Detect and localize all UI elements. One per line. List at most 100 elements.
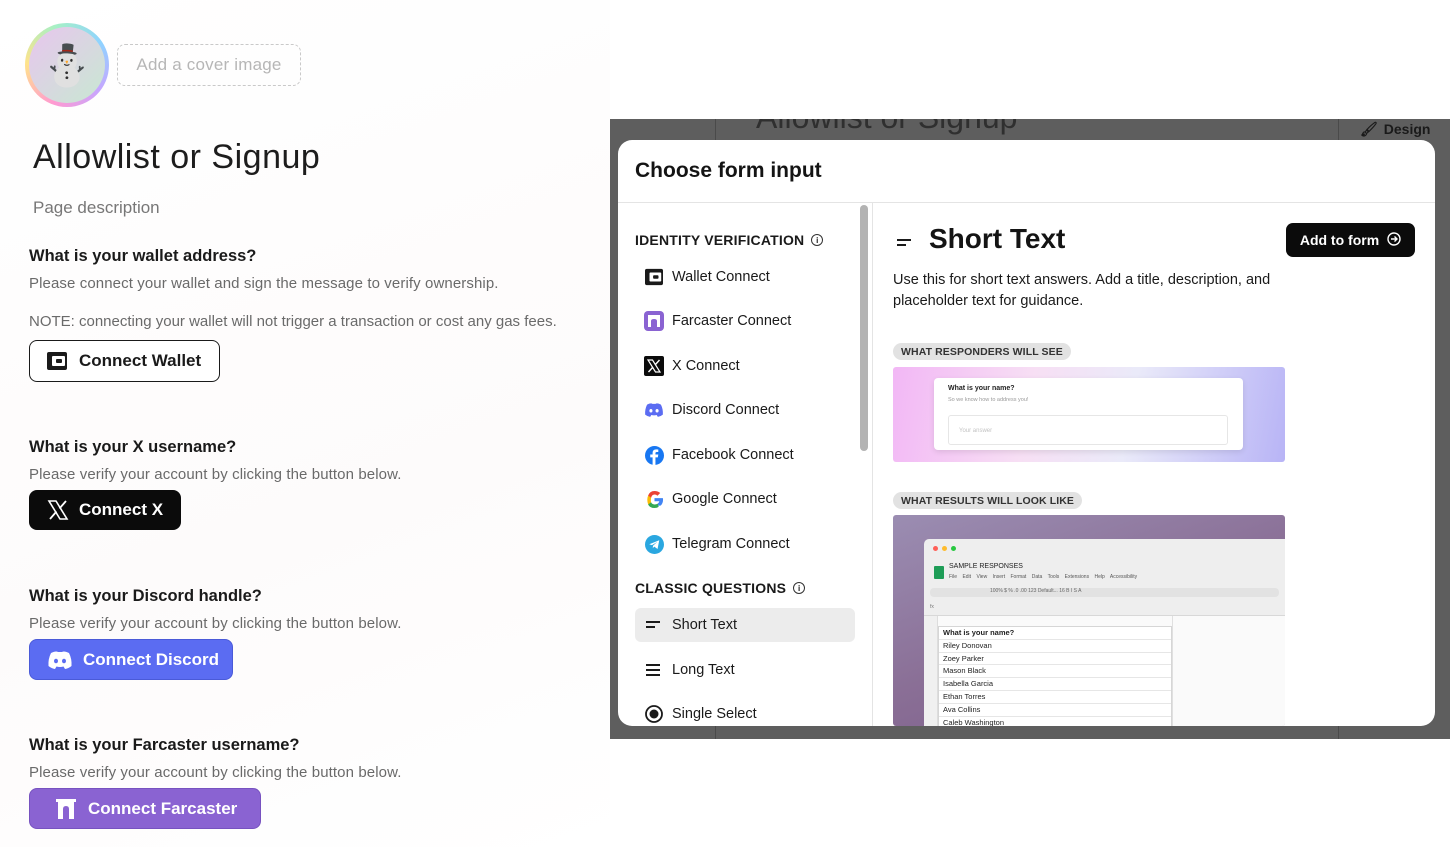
short-text-icon	[897, 223, 913, 255]
question-x: What is your X username? Please verify y…	[29, 438, 401, 483]
sheet-cell: Ethan Torres	[939, 691, 1171, 704]
page-description[interactable]: Page description	[33, 198, 160, 218]
preview-label: WHAT RESPONDERS WILL SEE	[893, 343, 1071, 360]
connect-discord-button[interactable]: Connect Discord	[29, 639, 233, 680]
section-heading-label: IDENTITY VERIFICATION	[635, 232, 805, 248]
list-item-discord-connect[interactable]: Discord Connect	[635, 393, 855, 427]
question-title: What is your X username?	[29, 438, 237, 456]
question-subtitle: Please verify your account by clicking t…	[29, 466, 402, 483]
list-item-label: Long Text	[672, 662, 735, 678]
telegram-icon	[644, 534, 664, 554]
input-detail-pane: Short Text Add to form Use this for shor…	[873, 203, 1435, 726]
sheet-header-cell: What is your name?	[939, 627, 1171, 640]
info-icon[interactable]: i	[793, 582, 806, 594]
info-icon[interactable]: i	[811, 234, 824, 246]
list-item-wallet-connect[interactable]: Wallet Connect	[635, 260, 855, 294]
sheet-cell: Riley Donovan	[939, 640, 1171, 653]
list-item-label: Discord Connect	[672, 402, 780, 418]
list-item-long-text[interactable]: Long Text	[635, 653, 855, 687]
results-label: WHAT RESULTS WILL LOOK LIKE	[893, 492, 1083, 509]
sheet-cell: Zoey Parker	[939, 653, 1171, 666]
results-preview-image: SAMPLE RESPONSES File Edit View Insert F…	[893, 515, 1285, 726]
modal-title: Choose form input	[635, 159, 822, 182]
avatar[interactable]: ⛄	[25, 23, 109, 107]
list-item-single-select[interactable]: Single Select	[635, 697, 855, 726]
section-heading-classic: CLASSIC QUESTIONS i	[635, 580, 806, 596]
preview-input: Your answer	[948, 415, 1228, 445]
connect-discord-label: Connect Discord	[83, 649, 220, 669]
brush-icon: 🖌	[1360, 120, 1378, 137]
design-tab[interactable]: 🖌 Design	[1350, 119, 1450, 139]
long-text-icon	[644, 660, 664, 680]
list-item-facebook-connect[interactable]: Facebook Connect	[635, 438, 855, 472]
row-numbers	[924, 616, 938, 726]
arrow-circle-icon	[1387, 231, 1401, 249]
formula-bar: fx	[930, 604, 934, 610]
list-item-label: Wallet Connect	[672, 269, 770, 285]
add-to-form-button[interactable]: Add to form	[1286, 223, 1415, 257]
add-cover-image-button[interactable]: Add a cover image	[117, 44, 301, 86]
sheet-cell: Ava Collins	[939, 704, 1171, 717]
list-item-label: Single Select	[672, 706, 757, 722]
question-wallet: What is your wallet address? Please conn…	[29, 247, 557, 330]
preview-question: What is your name?	[948, 385, 1015, 392]
list-item-short-text-selected[interactable]: Short Text	[635, 608, 855, 642]
page-title[interactable]: Allowlist or Signup	[33, 138, 320, 177]
connect-x-label: Connect X	[79, 500, 164, 519]
section-heading-label: CLASSIC QUESTIONS	[635, 580, 787, 596]
connect-farcaster-label: Connect Farcaster	[88, 798, 238, 818]
question-discord: What is your Discord handle? Please veri…	[29, 587, 401, 632]
spreadsheet-window: SAMPLE RESPONSES File Edit View Insert F…	[924, 539, 1285, 726]
detail-description: Use this for short text answers. Add a t…	[893, 272, 1271, 309]
facebook-icon	[644, 445, 664, 465]
preview-card: What is your name? So we know how to add…	[934, 378, 1243, 450]
sheet-toolbar: 100% $ % .0 .00 123 Default... 16 B I S …	[930, 588, 1279, 597]
list-item-label: Farcaster Connect	[672, 313, 792, 329]
question-subtitle: Please connect your wallet and sign the …	[29, 275, 499, 292]
list-item-farcaster-connect[interactable]: Farcaster Connect	[635, 304, 855, 338]
sheet-name: SAMPLE RESPONSES	[949, 563, 1023, 570]
sheets-icon	[934, 566, 944, 579]
sheet-cell: Mason Black	[939, 665, 1171, 679]
sheet-grid: What is your name? Riley Donovan Zoey Pa…	[924, 615, 1285, 726]
list-item-x-connect[interactable]: X Connect	[635, 349, 855, 383]
add-to-form-label: Add to form	[1299, 232, 1380, 248]
connect-wallet-button[interactable]: Connect Wallet	[29, 340, 220, 382]
question-subtitle: Please verify your account by clicking t…	[29, 615, 402, 632]
farcaster-icon	[54, 798, 78, 820]
question-subtitle: Please verify your account by clicking t…	[29, 764, 402, 781]
sheet-menu: File Edit View Insert Format Data Tools …	[949, 574, 1138, 580]
grid-line	[1172, 616, 1173, 726]
editor-page-title: Allowlist or Signup	[756, 119, 1017, 136]
list-item-telegram-connect[interactable]: Telegram Connect	[635, 527, 855, 561]
short-text-icon	[644, 615, 664, 635]
list-item-google-connect[interactable]: Google Connect	[635, 482, 855, 516]
sheet-cell: Isabella Garcia	[939, 678, 1171, 691]
sheet-cell: Caleb Washington	[939, 717, 1171, 726]
window-controls	[933, 546, 956, 551]
list-item-label: X Connect	[672, 358, 740, 374]
google-icon	[644, 489, 664, 509]
farcaster-icon	[644, 311, 664, 331]
sheet-column: What is your name? Riley Donovan Zoey Pa…	[938, 626, 1172, 726]
input-type-list: IDENTITY VERIFICATION i Wallet Connect F…	[618, 203, 872, 726]
question-farcaster: What is your Farcaster username? Please …	[29, 736, 401, 781]
x-logo-icon	[47, 499, 69, 521]
connect-x-button[interactable]: Connect X	[29, 490, 181, 530]
x-logo-icon	[644, 356, 664, 376]
connect-farcaster-button[interactable]: Connect Farcaster	[29, 788, 261, 829]
detail-title-text: Short Text	[929, 223, 1066, 254]
choose-form-input-modal: Choose form input IDENTITY VERIFICATION …	[618, 140, 1435, 726]
question-note: NOTE: connecting your wallet will not tr…	[29, 313, 557, 330]
question-title: What is your Farcaster username?	[29, 736, 300, 754]
wallet-icon	[644, 267, 664, 287]
discord-icon	[644, 400, 664, 420]
question-title: What is your Discord handle?	[29, 587, 262, 605]
radio-icon	[644, 704, 664, 724]
scrollbar[interactable]	[860, 205, 868, 451]
design-tab-label: Design	[1383, 121, 1431, 137]
list-item-label: Facebook Connect	[672, 447, 794, 463]
discord-icon	[47, 650, 73, 670]
wallet-icon	[46, 351, 68, 371]
question-title: What is your wallet address?	[29, 247, 257, 265]
